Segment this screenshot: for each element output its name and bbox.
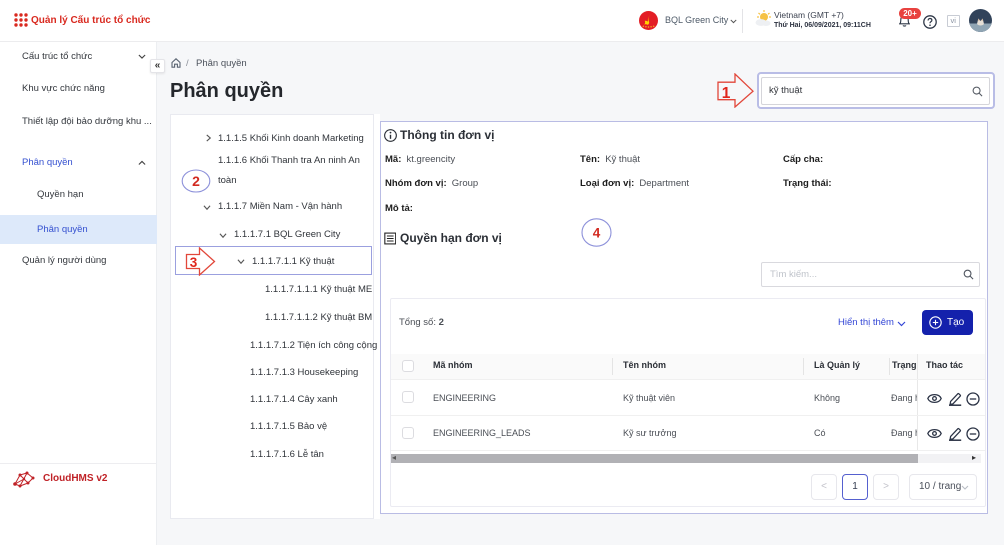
svg-text:3: 3 bbox=[190, 255, 198, 270]
svg-text:4: 4 bbox=[593, 226, 601, 241]
svg-text:1: 1 bbox=[722, 85, 731, 102]
svg-text:2: 2 bbox=[192, 173, 200, 189]
